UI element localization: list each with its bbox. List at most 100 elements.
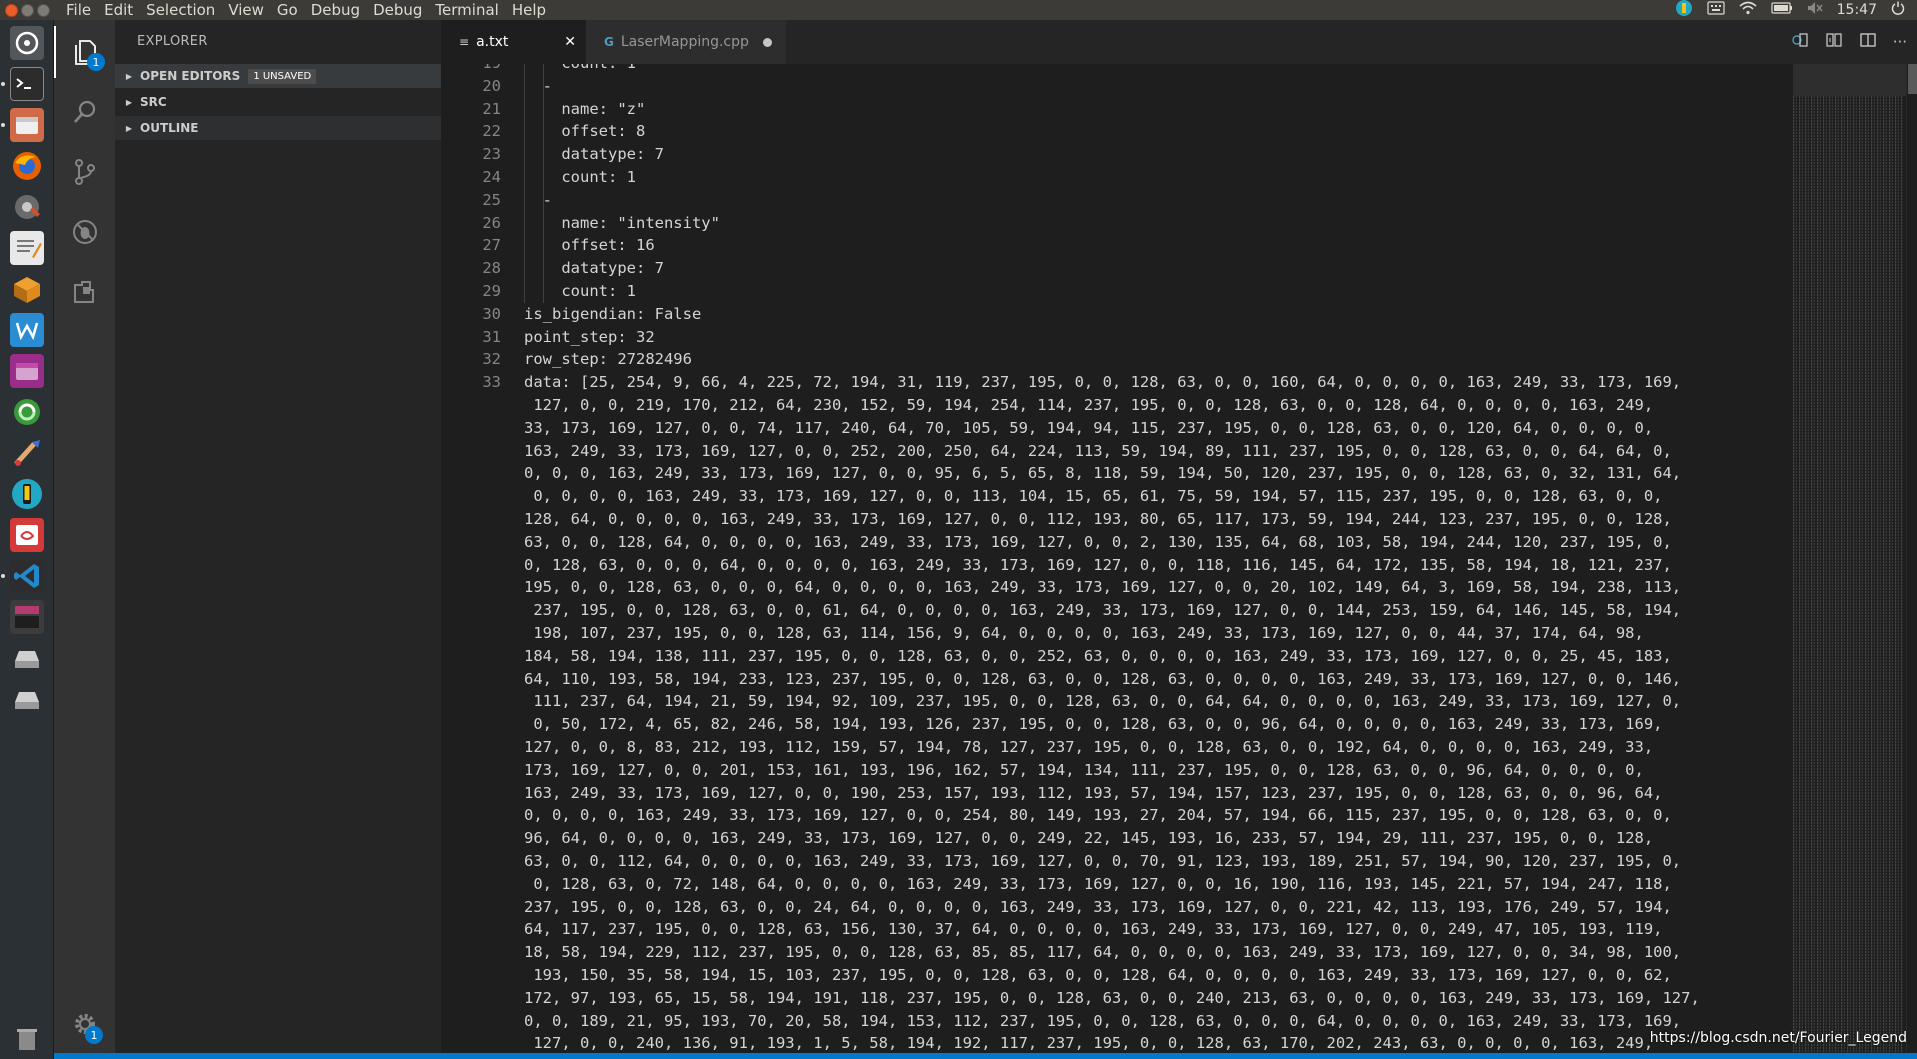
battery-icon[interactable] [1771, 2, 1793, 18]
writer-icon[interactable] [10, 313, 44, 347]
wifi-icon[interactable] [1739, 1, 1757, 19]
menu-view[interactable]: View [222, 0, 271, 20]
code-line[interactable]: 198, 107, 237, 195, 0, 0, 128, 63, 114, … [524, 622, 1644, 645]
code-line[interactable]: 111, 237, 64, 194, 21, 59, 194, 92, 109,… [524, 690, 1681, 713]
code-line[interactable]: 63, 0, 0, 112, 64, 0, 0, 0, 0, 163, 249,… [524, 850, 1681, 873]
code-line[interactable]: data: [25, 254, 9, 66, 4, 225, 72, 194, … [524, 371, 1681, 394]
code-line[interactable]: 63, 0, 0, 128, 64, 0, 0, 0, 0, 163, 249,… [524, 531, 1672, 554]
code-line[interactable]: 173, 169, 127, 0, 0, 201, 153, 161, 193,… [524, 759, 1644, 782]
section-open-editors[interactable]: ▶ OPEN EDITORS 1 UNSAVED [115, 64, 441, 88]
drive-icon[interactable] [10, 641, 44, 675]
code-line[interactable]: datatype: 7 [524, 257, 664, 280]
code-line[interactable]: 0, 0, 189, 21, 95, 193, 70, 20, 58, 194,… [524, 1010, 1681, 1033]
code-line[interactable]: 195, 0, 0, 128, 63, 0, 0, 0, 64, 0, 0, 0… [524, 576, 1681, 599]
debug-view-button[interactable] [54, 206, 115, 258]
menu-selection[interactable]: Selection [140, 0, 222, 20]
code-line[interactable]: 163, 249, 33, 173, 169, 127, 0, 0, 252, … [524, 440, 1672, 463]
unsaved-dot-icon[interactable] [763, 37, 772, 47]
code-line[interactable]: 163, 249, 33, 173, 169, 127, 0, 0, 190, … [524, 782, 1662, 805]
code-line[interactable]: 184, 58, 194, 138, 111, 237, 195, 0, 0, … [524, 645, 1672, 668]
software-icon[interactable] [10, 272, 44, 306]
code-line[interactable]: count: 1 [524, 64, 636, 75]
code-line[interactable]: - [524, 75, 552, 98]
code-line[interactable]: 64, 117, 237, 195, 0, 0, 128, 63, 156, 1… [524, 918, 1662, 941]
terminal-app-icon[interactable] [10, 600, 44, 634]
minimap-viewport[interactable] [1793, 64, 1906, 96]
compare-icon[interactable] [1825, 31, 1843, 53]
code-line[interactable]: name: "intensity" [524, 212, 720, 235]
mascot-icon[interactable] [10, 477, 44, 511]
menu-edit[interactable]: Edit [98, 0, 140, 20]
code-line[interactable]: 193, 150, 35, 58, 194, 15, 103, 237, 195… [524, 964, 1671, 987]
more-actions-icon[interactable]: ··· [1893, 33, 1907, 51]
menu-terminal[interactable]: Terminal [429, 0, 505, 20]
vscode-icon[interactable] [10, 559, 44, 593]
code-line[interactable]: point_step: 32 [524, 326, 655, 349]
code-line[interactable]: is_bigendian: False [524, 303, 701, 326]
close-window-button[interactable] [5, 3, 18, 17]
explorer-view-button[interactable]: 1 [54, 26, 115, 78]
trash-icon[interactable] [10, 1020, 44, 1054]
code-line[interactable]: 237, 195, 0, 0, 128, 63, 0, 0, 61, 64, 0… [524, 599, 1681, 622]
terminal-icon[interactable] [10, 67, 44, 101]
settings-icon[interactable] [10, 190, 44, 224]
paint-icon[interactable] [10, 436, 44, 470]
editor-area[interactable]: 192021222324252627282930313233 count: 1 … [441, 64, 1917, 1053]
menu-help[interactable]: Help [506, 0, 553, 20]
menu-file[interactable]: File [60, 0, 98, 20]
extensions-view-button[interactable] [54, 266, 115, 318]
minimap[interactable] [1793, 64, 1906, 1053]
drive-icon-2[interactable] [10, 682, 44, 716]
tab-lasermapping-cpp[interactable]: G LaserMapping.cpp [586, 20, 786, 64]
section-outline[interactable]: ▶ OUTLINE [115, 116, 441, 140]
code-line[interactable]: 33, 173, 169, 127, 0, 0, 74, 117, 240, 6… [524, 417, 1653, 440]
section-src[interactable]: ▶ SRC [115, 90, 441, 114]
tab-a-txt[interactable]: ≡ a.txt ✕ [441, 20, 586, 64]
menu-debug-2[interactable]: Debug [367, 0, 429, 20]
menu-debug[interactable]: Debug [305, 0, 367, 20]
vertical-scrollbar[interactable] [1906, 64, 1917, 1053]
files-icon[interactable] [10, 108, 44, 142]
code-line[interactable]: 96, 64, 0, 0, 0, 0, 163, 249, 33, 173, 1… [524, 827, 1653, 850]
manage-button[interactable]: 1 [54, 998, 115, 1050]
code-line[interactable]: 0, 0, 0, 0, 163, 249, 33, 173, 169, 127,… [524, 485, 1662, 508]
volume-muted-icon[interactable] [1807, 1, 1823, 19]
code-line[interactable]: 0, 128, 63, 0, 72, 148, 64, 0, 0, 0, 0, … [524, 873, 1671, 896]
clock[interactable]: 15:47 [1837, 2, 1877, 18]
image-viewer-icon[interactable] [10, 354, 44, 388]
keyboard-icon[interactable] [1707, 1, 1725, 19]
search-view-button[interactable] [54, 86, 115, 138]
sync-icon[interactable] [10, 395, 44, 429]
code-line[interactable]: 127, 0, 0, 8, 83, 212, 193, 112, 159, 57… [524, 736, 1653, 759]
code-line[interactable]: count: 1 [524, 280, 636, 303]
code-line[interactable]: 127, 0, 0, 240, 136, 91, 193, 1, 5, 58, … [524, 1032, 1653, 1053]
split-editor-icon[interactable] [1859, 31, 1877, 53]
source-control-view-button[interactable] [54, 146, 115, 198]
mascot-icon[interactable] [1675, 0, 1693, 21]
code-line[interactable]: 64, 110, 193, 58, 194, 233, 123, 237, 19… [524, 668, 1681, 691]
maximize-window-button[interactable] [37, 3, 50, 17]
code-line[interactable]: - [524, 189, 552, 212]
code-line[interactable]: 0, 0, 0, 163, 249, 33, 173, 169, 127, 0,… [524, 462, 1681, 485]
code-line[interactable]: 0, 0, 0, 0, 163, 249, 33, 173, 169, 127,… [524, 804, 1672, 827]
close-icon[interactable]: ✕ [564, 34, 576, 50]
power-icon[interactable] [1891, 1, 1905, 19]
code-line[interactable]: 0, 50, 172, 4, 65, 82, 246, 58, 194, 193… [524, 713, 1662, 736]
code-line[interactable]: row_step: 27282496 [524, 348, 692, 371]
ebook-icon[interactable] [10, 518, 44, 552]
code-line[interactable]: 127, 0, 0, 219, 170, 212, 64, 230, 152, … [524, 394, 1653, 417]
code-line[interactable]: datatype: 7 [524, 143, 664, 166]
firefox-icon[interactable] [10, 149, 44, 183]
minimize-window-button[interactable] [21, 3, 34, 17]
code-line[interactable]: 128, 64, 0, 0, 0, 0, 163, 249, 33, 173, … [524, 508, 1672, 531]
open-changes-icon[interactable] [1791, 31, 1809, 53]
dash-icon[interactable] [10, 26, 44, 60]
code-line[interactable]: 18, 58, 194, 229, 112, 237, 195, 0, 0, 1… [524, 941, 1681, 964]
text-editor-icon[interactable] [10, 231, 44, 265]
scrollbar-thumb[interactable] [1908, 64, 1917, 94]
code-line[interactable]: 172, 97, 193, 65, 15, 58, 194, 191, 118,… [524, 987, 1700, 1010]
code-line[interactable]: count: 1 [524, 166, 636, 189]
code-line[interactable]: 237, 195, 0, 0, 128, 63, 0, 0, 24, 64, 0… [524, 896, 1672, 919]
menu-go[interactable]: Go [271, 0, 305, 20]
code-line[interactable]: 0, 128, 63, 0, 0, 0, 64, 0, 0, 0, 0, 163… [524, 554, 1672, 577]
